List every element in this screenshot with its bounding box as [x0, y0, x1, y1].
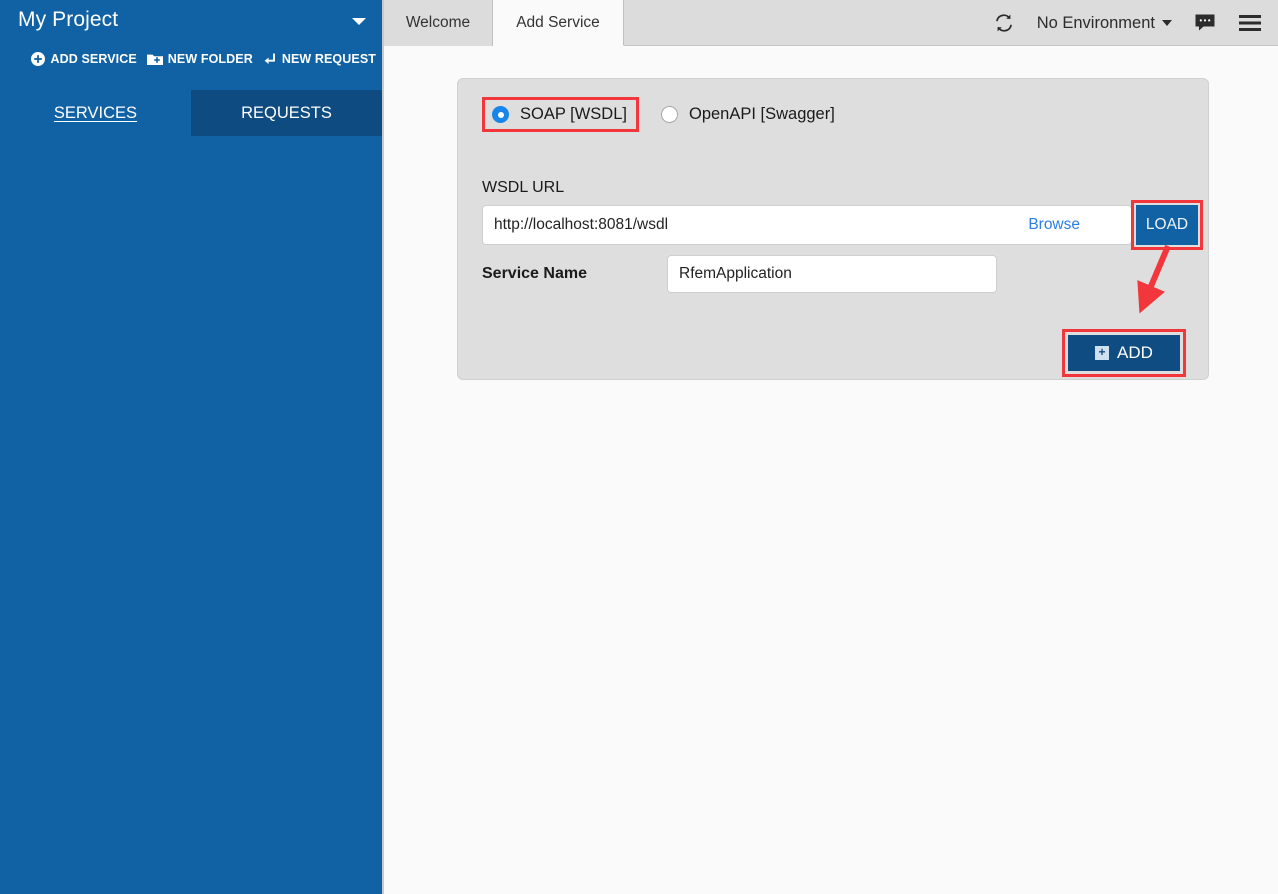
- folder-plus-icon: [147, 53, 163, 66]
- hamburger-menu-icon[interactable]: [1238, 14, 1262, 32]
- sidebar-tabs: SERVICES REQUESTS: [0, 90, 382, 136]
- soap-option-highlight: SOAP [WSDL]: [482, 97, 639, 132]
- environment-label: No Environment: [1037, 14, 1155, 33]
- sidebar-tab-requests[interactable]: REQUESTS: [191, 90, 382, 136]
- tab-add-service-label: Add Service: [516, 14, 600, 32]
- document-tabbar: Welcome Add Service No Environment: [384, 0, 1278, 46]
- service-type-radio-group: SOAP [WSDL] OpenAPI [Swagger]: [482, 97, 835, 132]
- wsdl-url-row: Browse LOAD: [482, 205, 1132, 245]
- add-button-highlight: + ADD: [1062, 329, 1186, 377]
- load-button[interactable]: LOAD: [1136, 205, 1198, 245]
- add-button[interactable]: + ADD: [1068, 335, 1180, 371]
- add-button-label: ADD: [1117, 343, 1153, 363]
- radio-openapi-mark[interactable]: [661, 106, 678, 123]
- tab-welcome-label: Welcome: [406, 14, 470, 32]
- browse-link[interactable]: Browse: [1028, 216, 1080, 234]
- service-name-input[interactable]: [667, 255, 997, 293]
- tab-welcome[interactable]: Welcome: [384, 0, 493, 46]
- radio-soap-mark[interactable]: [492, 106, 509, 123]
- project-header: My Project: [0, 0, 382, 44]
- add-service-panel: SOAP [WSDL] OpenAPI [Swagger] WSDL URL B…: [457, 78, 1209, 380]
- load-button-highlight: LOAD: [1131, 200, 1203, 250]
- new-folder-label: NEW FOLDER: [168, 52, 253, 66]
- radio-openapi-label: OpenAPI [Swagger]: [689, 105, 835, 124]
- openapi-option-wrap: OpenAPI [Swagger]: [661, 105, 835, 124]
- service-name-label: Service Name: [482, 265, 587, 283]
- main-content: SOAP [WSDL] OpenAPI [Swagger] WSDL URL B…: [384, 46, 1278, 894]
- radio-soap-label: SOAP [WSDL]: [520, 105, 627, 124]
- environment-selector[interactable]: No Environment: [1037, 14, 1172, 33]
- new-request-button[interactable]: NEW REQUEST: [263, 52, 376, 66]
- sidebar-actions-toolbar: ADD SERVICE NEW FOLDER NEW REQUEST: [0, 46, 382, 72]
- new-folder-button[interactable]: NEW FOLDER: [147, 52, 253, 66]
- sidebar: My Project ADD SERVICE NEW FO: [0, 0, 382, 894]
- plus-square-icon: +: [1095, 346, 1109, 360]
- sidebar-tab-services-label: SERVICES: [54, 104, 137, 123]
- radio-option-soap[interactable]: SOAP [WSDL]: [492, 105, 627, 124]
- sidebar-tree-panel[interactable]: [0, 136, 382, 894]
- refresh-icon[interactable]: [993, 12, 1015, 34]
- toolbar-right: No Environment: [993, 0, 1278, 46]
- chevron-down-icon[interactable]: [352, 18, 366, 25]
- project-title: My Project: [18, 8, 118, 32]
- sidebar-tab-services[interactable]: SERVICES: [0, 90, 191, 136]
- tab-add-service[interactable]: Add Service: [493, 0, 624, 46]
- chat-bubble-icon[interactable]: [1194, 13, 1216, 33]
- sidebar-tab-requests-label: REQUESTS: [241, 104, 332, 123]
- chevron-down-icon: [1162, 20, 1172, 26]
- wsdl-url-label: WSDL URL: [482, 179, 564, 197]
- circle-plus-icon: [31, 52, 45, 66]
- request-arrow-icon: [263, 52, 277, 66]
- radio-option-openapi[interactable]: OpenAPI [Swagger]: [661, 105, 835, 124]
- new-request-label: NEW REQUEST: [282, 52, 376, 66]
- add-service-label: ADD SERVICE: [50, 52, 136, 66]
- add-service-button[interactable]: ADD SERVICE: [31, 52, 136, 66]
